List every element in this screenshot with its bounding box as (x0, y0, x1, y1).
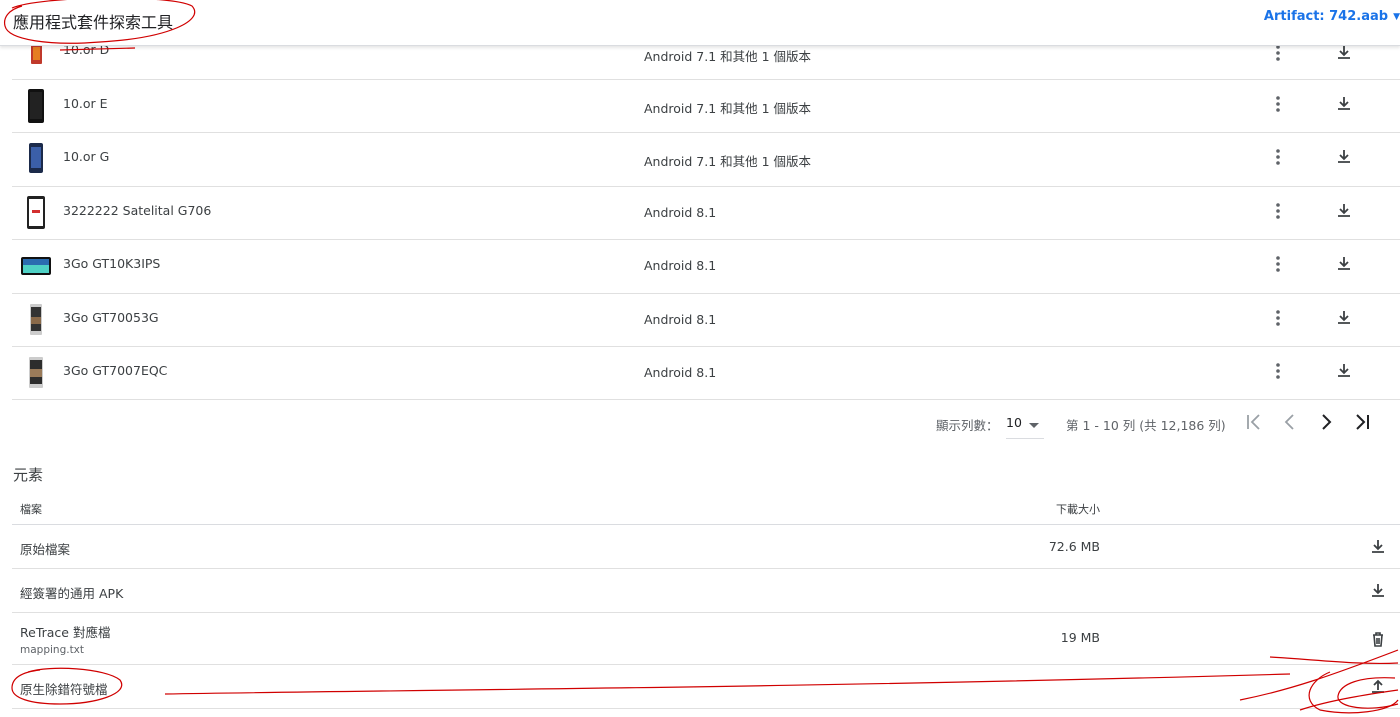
device-row[interactable]: 10.or D Android 7.1 和其他 1 個版本 (12, 42, 1400, 80)
app-header: 應用程式套件探索工具 Artifact: 742.aab ▼ (0, 0, 1400, 46)
more-vert-icon[interactable] (1268, 361, 1288, 381)
section-title: 元素 (13, 466, 44, 484)
device-version: Android 8.1 (644, 204, 717, 220)
download-icon[interactable] (1334, 147, 1354, 167)
device-name: 10.or E (63, 96, 108, 111)
artifact-label: Artifact: 742.aab (1263, 9, 1389, 24)
device-row[interactable]: 10.or E Android 7.1 和其他 1 個版本 (12, 80, 1400, 134)
file-name: ReTrace 對應檔 (20, 625, 111, 640)
device-name: 3Go GT7007EQC (63, 362, 168, 378)
device-thumbnail (28, 89, 44, 123)
file-size: 72.6 MB (1048, 539, 1100, 554)
device-thumbnail (21, 257, 51, 276)
more-vert-icon[interactable] (1268, 94, 1288, 114)
more-vert-icon[interactable] (1268, 43, 1288, 63)
download-icon[interactable] (1368, 537, 1388, 557)
previous-page-icon[interactable] (1279, 411, 1301, 433)
delete-icon[interactable] (1368, 629, 1388, 649)
page-title: 應用程式套件探索工具 (13, 13, 174, 32)
device-name: 3Go GT70053G (63, 309, 159, 325)
device-version: Android 8.1 (644, 258, 717, 274)
chevron-down-icon: ▼ (1393, 11, 1400, 22)
device-version: Android 7.1 和其他 1 個版本 (644, 154, 812, 170)
download-icon[interactable] (1334, 361, 1354, 381)
column-header-size: 下載大小 (1056, 503, 1100, 516)
device-row[interactable]: 10.or G Android 7.1 和其他 1 個版本 (12, 133, 1400, 187)
file-name: 經簽署的通用 APK (20, 586, 124, 601)
more-vert-icon[interactable] (1268, 147, 1288, 167)
chevron-down-icon (1029, 423, 1039, 428)
device-row[interactable]: 3Go GT10K3IPS Android 8.1 (12, 240, 1400, 294)
device-version: Android 7.1 和其他 1 個版本 (644, 101, 812, 116)
table-row: ReTrace 對應檔 mapping.txt 19 MB (12, 613, 1400, 665)
column-header-file: 檔案 (20, 503, 42, 516)
table-row: 經簽署的通用 APK (12, 569, 1400, 613)
first-page-icon[interactable] (1243, 411, 1265, 433)
pagination-bar: 顯示列數： 10 第 1 - 10 列 (共 12,186 列) (0, 405, 1400, 439)
device-list: 10.or D Android 7.1 和其他 1 個版本 10.or E An… (12, 42, 1400, 401)
files-table: 檔案 下載大小 原始檔案 72.6 MB 經簽署的通用 APK ReTrace … (12, 495, 1400, 709)
file-subname: mapping.txt (20, 644, 85, 656)
artifact-selector[interactable]: Artifact: 742.aab ▼ (1264, 9, 1400, 24)
rows-per-page-label: 顯示列數： (936, 418, 999, 433)
device-thumbnail (27, 195, 45, 229)
pagination-range: 第 1 - 10 列 (共 12,186 列) (1066, 418, 1226, 433)
device-row[interactable]: 3Go GT7007EQC Android 8.1 (12, 347, 1400, 401)
last-page-icon[interactable] (1351, 411, 1373, 433)
download-icon[interactable] (1334, 94, 1354, 114)
device-version: Android 8.1 (644, 364, 717, 380)
device-version: Android 7.1 和其他 1 個版本 (644, 49, 812, 64)
device-row[interactable]: 3222222 Satelital G706 Android 8.1 (12, 187, 1400, 241)
download-icon[interactable] (1334, 254, 1354, 274)
file-size: 19 MB (1060, 630, 1100, 645)
file-name: 原生除錯符號檔 (20, 682, 108, 697)
more-vert-icon[interactable] (1268, 308, 1288, 328)
table-row: 原始檔案 72.6 MB (12, 525, 1400, 569)
download-icon[interactable] (1334, 43, 1354, 63)
download-icon[interactable] (1334, 308, 1354, 328)
table-row: 原生除錯符號檔 (12, 665, 1400, 709)
file-name: 原始檔案 (20, 542, 71, 557)
download-icon[interactable] (1368, 581, 1388, 601)
device-thumbnail (29, 143, 43, 174)
rows-per-page-select[interactable]: 10 (1006, 409, 1044, 439)
download-icon[interactable] (1334, 201, 1354, 221)
table-header: 檔案 下載大小 (12, 495, 1400, 525)
device-thumbnail (30, 303, 42, 335)
device-thumbnail (29, 356, 43, 388)
device-name: 3Go GT10K3IPS (63, 256, 161, 272)
upload-icon[interactable] (1368, 677, 1388, 697)
rows-per-page-value: 10 (1006, 415, 1022, 430)
next-page-icon[interactable] (1315, 411, 1337, 433)
more-vert-icon[interactable] (1268, 201, 1288, 221)
device-name: 10.or G (63, 149, 110, 165)
device-name: 3222222 Satelital G706 (63, 202, 212, 218)
device-version: Android 8.1 (644, 311, 717, 327)
device-row[interactable]: 3Go GT70053G Android 8.1 (12, 294, 1400, 347)
more-vert-icon[interactable] (1268, 254, 1288, 274)
